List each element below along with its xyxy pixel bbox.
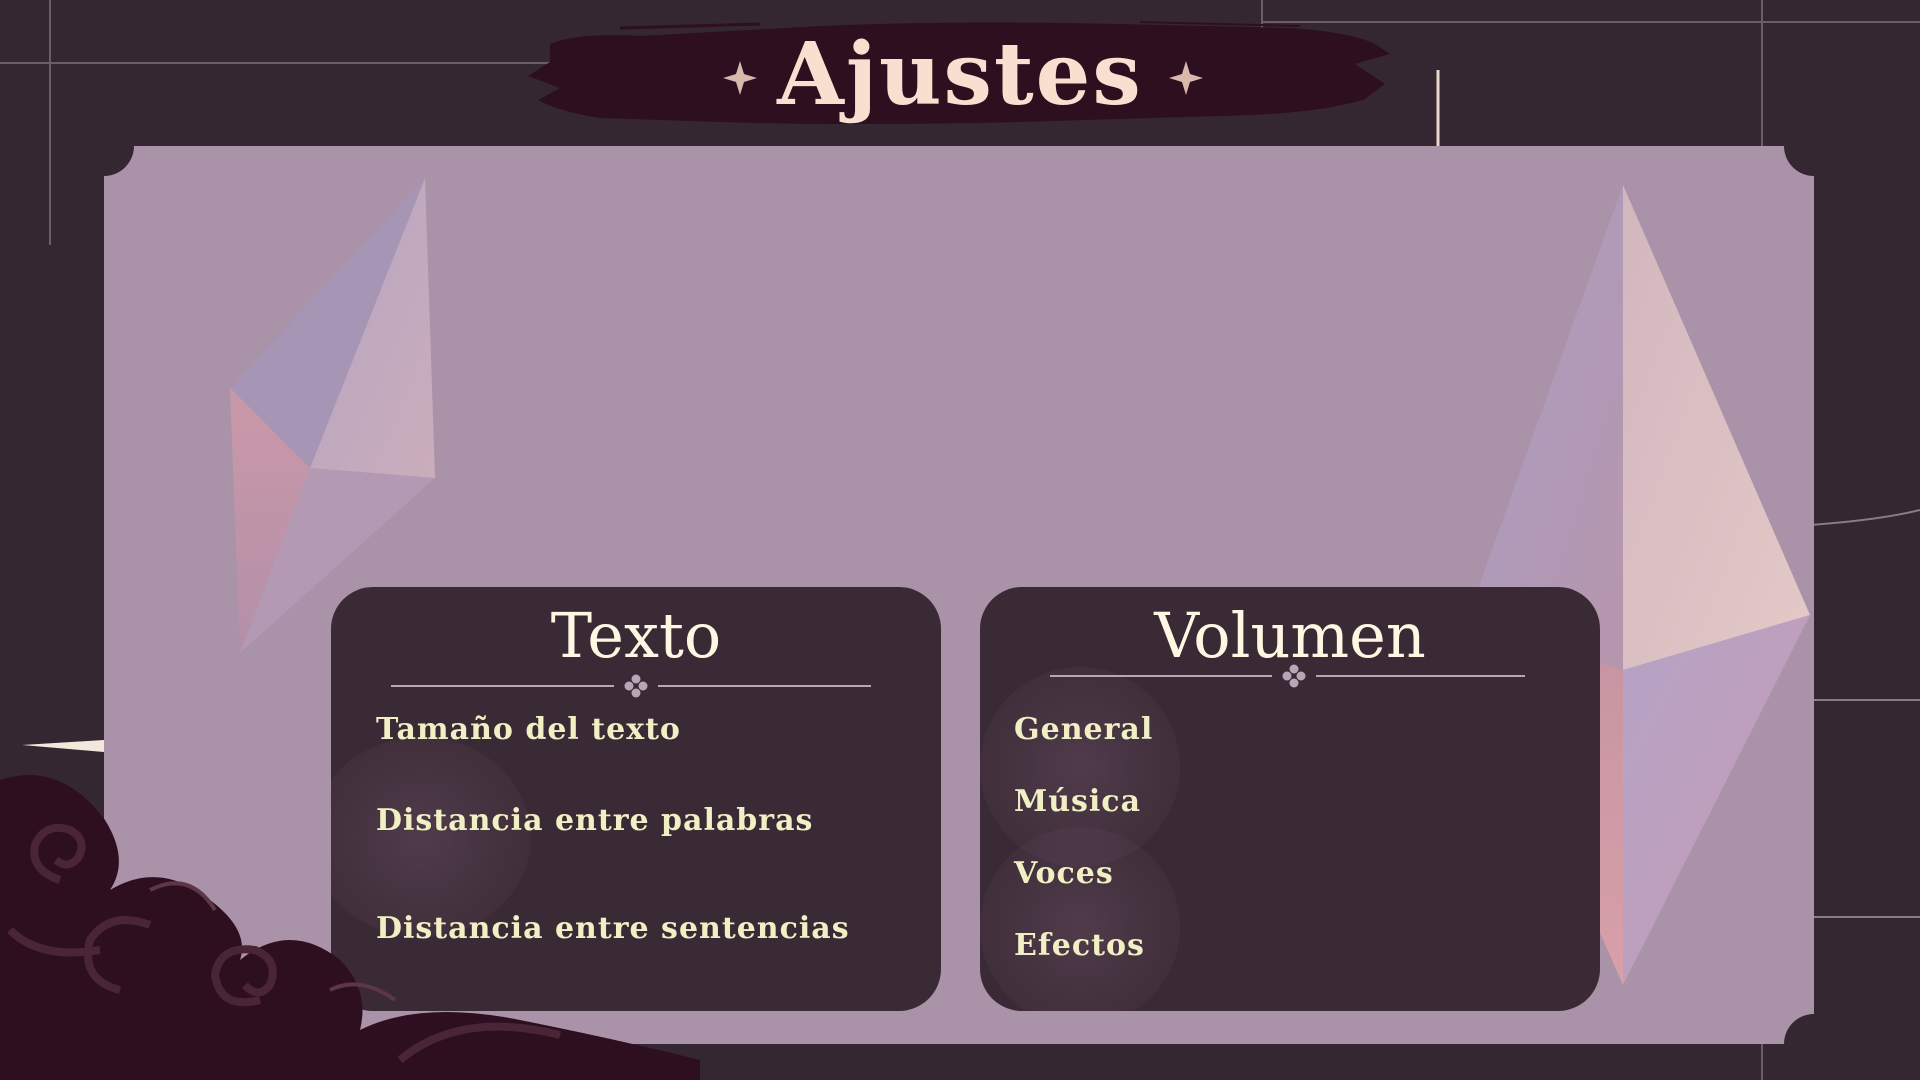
setting-row-music-volume[interactable]: Música [1014, 784, 1141, 819]
ornamental-divider [1050, 664, 1525, 688]
card-glow [980, 827, 1180, 1011]
volumen-settings-card: Volumen General Música Voces Efectos [980, 587, 1600, 1011]
volumen-card-title: Volumen [1154, 599, 1426, 672]
swirl-cloud-decoration [0, 775, 700, 1080]
texto-card-title: Texto [550, 599, 722, 672]
setting-row-voices-volume[interactable]: Voces [1014, 856, 1114, 891]
setting-row-general-volume[interactable]: General [1014, 712, 1153, 747]
settings-screen: { "header": { "title": "Ajustes" }, "tex… [0, 0, 1920, 1080]
ornamental-divider [391, 674, 871, 698]
setting-row-effects-volume[interactable]: Efectos [1014, 928, 1145, 963]
title-banner: Ajustes [520, 14, 1400, 134]
setting-row-text-size[interactable]: Tamaño del texto [376, 712, 681, 747]
left-crystal-decoration [230, 178, 435, 653]
page-title: Ajustes [777, 23, 1143, 125]
